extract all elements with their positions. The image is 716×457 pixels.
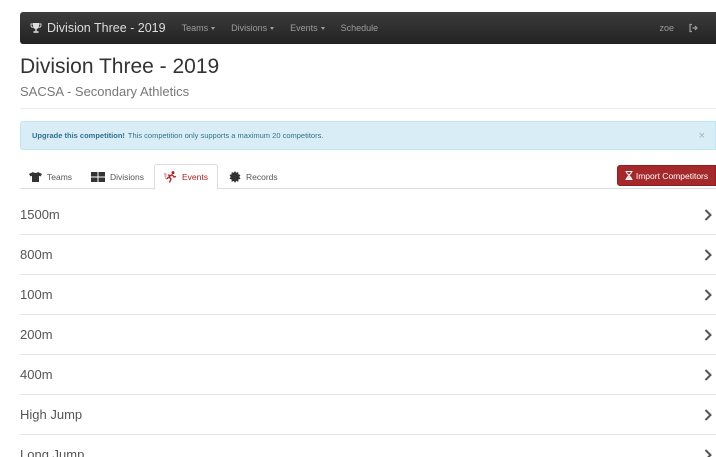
chevron-right-icon bbox=[704, 409, 712, 424]
tab-events[interactable]: Events bbox=[154, 164, 218, 190]
import-competitors-button[interactable]: Import Competitors bbox=[617, 165, 716, 186]
tab-divisions-label: Divisions bbox=[110, 171, 145, 182]
chevron-right-icon bbox=[704, 369, 712, 384]
chevron-right-icon bbox=[704, 209, 712, 224]
nav-divisions-dropdown[interactable]: Divisions bbox=[231, 23, 275, 33]
caret-down-icon bbox=[270, 26, 275, 30]
trophy-icon bbox=[30, 22, 47, 34]
tab-records-label: Records bbox=[246, 171, 278, 182]
alert-text: This competition only supports a maximum… bbox=[127, 131, 324, 140]
nav-events-dropdown[interactable]: Events bbox=[290, 23, 325, 33]
import-competitors-label: Import Competitors bbox=[635, 170, 709, 181]
chevron-right-icon bbox=[704, 329, 712, 344]
event-name: 400m bbox=[20, 367, 53, 382]
header-divider bbox=[20, 108, 716, 109]
event-name: High Jump bbox=[20, 407, 83, 422]
event-name: 100m bbox=[20, 287, 53, 302]
event-row-long-jump[interactable]: Long Jump bbox=[20, 435, 716, 457]
nav-user-link[interactable]: zoe bbox=[659, 23, 674, 33]
page-title: Division Three - 2019 bbox=[20, 55, 220, 78]
nav-teams-label: Teams bbox=[181, 23, 209, 33]
tab-records[interactable]: Records bbox=[220, 164, 287, 189]
event-name: Long Jump bbox=[20, 447, 85, 457]
page-subtitle: SACSA - Secondary Athletics bbox=[20, 84, 190, 99]
competition-tabs: Teams Divisions Events Records bbox=[20, 164, 716, 190]
tab-teams-label: Teams bbox=[47, 171, 73, 182]
chevron-right-icon bbox=[704, 289, 712, 304]
tab-events-label: Events bbox=[182, 172, 208, 182]
event-list: 1500m 800m 100m 200m 400m High Jump Long… bbox=[20, 195, 716, 457]
sign-out-icon[interactable] bbox=[688, 23, 698, 33]
nav-divisions-label: Divisions bbox=[231, 23, 268, 33]
page: Division Three - 2019 Teams Divisions Ev… bbox=[0, 0, 716, 457]
event-name: 800m bbox=[20, 247, 53, 262]
event-name: 200m bbox=[20, 327, 53, 342]
event-row-1500m[interactable]: 1500m bbox=[20, 195, 716, 235]
chevron-right-icon bbox=[704, 449, 712, 457]
close-icon[interactable]: × bbox=[699, 129, 705, 143]
event-row-800m[interactable]: 800m bbox=[20, 235, 716, 275]
navbar-right: zoe bbox=[659, 23, 716, 33]
nav-schedule-label: Schedule bbox=[340, 23, 379, 33]
nav-teams-dropdown[interactable]: Teams bbox=[182, 23, 216, 33]
alert-strong-text: Upgrade this competition! bbox=[32, 131, 125, 140]
hourglass-icon bbox=[625, 171, 636, 180]
event-row-400m[interactable]: 400m bbox=[20, 355, 716, 395]
navbar-brand-label: Division Three - 2019 bbox=[47, 21, 166, 35]
event-row-200m[interactable]: 200m bbox=[20, 315, 716, 355]
event-row-high-jump[interactable]: High Jump bbox=[20, 395, 716, 435]
navbar-brand[interactable]: Division Three - 2019 bbox=[30, 21, 166, 35]
runner-icon bbox=[164, 171, 182, 183]
tshirt-icon bbox=[29, 171, 47, 182]
nav-schedule-link[interactable]: Schedule bbox=[341, 23, 379, 33]
chevron-right-icon bbox=[704, 249, 712, 264]
tab-teams[interactable]: Teams bbox=[20, 164, 81, 189]
caret-down-icon bbox=[320, 26, 325, 30]
event-row-100m[interactable]: 100m bbox=[20, 275, 716, 315]
caret-down-icon bbox=[211, 26, 216, 30]
nav-events-label: Events bbox=[290, 23, 318, 33]
grid-icon bbox=[91, 171, 110, 182]
badge-icon bbox=[229, 170, 246, 183]
top-navbar: Division Three - 2019 Teams Divisions Ev… bbox=[20, 12, 716, 44]
tab-divisions[interactable]: Divisions bbox=[82, 164, 153, 189]
event-name: 1500m bbox=[20, 207, 60, 222]
upgrade-alert: Upgrade this competition! This competiti… bbox=[20, 121, 716, 150]
